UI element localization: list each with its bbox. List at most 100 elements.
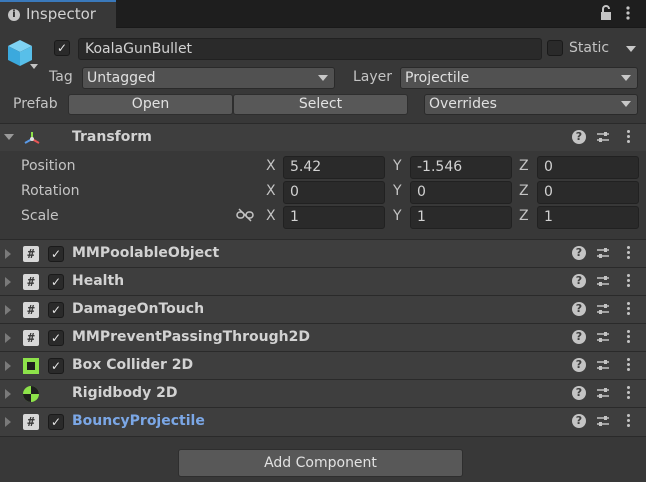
layer-dropdown[interactable]: Projectile xyxy=(400,67,638,89)
chevron-down-icon xyxy=(318,75,328,81)
component-menu-icon[interactable] xyxy=(625,273,631,289)
rotation-y-field[interactable]: 0 xyxy=(410,181,512,204)
component-enabled-checkbox[interactable]: ✓ xyxy=(48,358,64,374)
static-checkbox[interactable] xyxy=(547,40,563,56)
help-icon[interactable]: ? xyxy=(572,130,586,144)
foldout-collapsed-icon[interactable] xyxy=(5,249,11,259)
scale-z-label: Z xyxy=(519,208,529,224)
help-icon[interactable]: ? xyxy=(572,274,586,288)
presets-icon[interactable] xyxy=(596,386,610,400)
scale-y-label: Y xyxy=(393,208,402,224)
script-icon: # xyxy=(23,246,39,262)
component-menu-icon[interactable] xyxy=(625,413,631,429)
rotation-y-label: Y xyxy=(393,183,402,199)
component-enabled-checkbox[interactable]: ✓ xyxy=(48,246,64,262)
position-y-field[interactable]: -1.546 xyxy=(410,156,512,179)
component-name: Health xyxy=(72,273,125,289)
component-row[interactable]: # ✓ MMPreventPassingThrough2D ? xyxy=(0,323,646,351)
component-name: MMPoolableObject xyxy=(72,245,220,261)
gameobject-name-input[interactable]: KoalaGunBullet xyxy=(78,38,542,60)
component-name: DamageOnTouch xyxy=(72,301,205,317)
rotation-z-label: Z xyxy=(519,183,529,199)
position-y-label: Y xyxy=(393,158,402,174)
help-icon[interactable]: ? xyxy=(572,386,586,400)
scale-y-field[interactable]: 1 xyxy=(410,206,512,229)
presets-icon[interactable] xyxy=(596,358,610,372)
component-menu-icon[interactable] xyxy=(625,245,631,261)
component-row[interactable]: ✓ Box Collider 2D ? xyxy=(0,351,646,379)
lock-icon[interactable] xyxy=(598,5,614,21)
add-component-button[interactable]: Add Component xyxy=(178,449,463,477)
script-icon: # xyxy=(23,302,39,318)
tag-label: Tag xyxy=(49,69,73,85)
position-x-field[interactable]: 5.42 xyxy=(283,156,385,179)
rotation-x-label: X xyxy=(266,183,276,199)
presets-icon[interactable] xyxy=(596,302,610,316)
component-enabled-checkbox[interactable]: ✓ xyxy=(48,330,64,346)
rotation-label: Rotation xyxy=(21,183,80,199)
tab-inspector[interactable]: i Inspector xyxy=(0,0,116,28)
scale-x-field[interactable]: 1 xyxy=(283,206,385,229)
prefab-overrides-dropdown[interactable]: Overrides xyxy=(424,94,638,115)
transform-header[interactable]: Transform ? xyxy=(0,123,646,151)
component-row[interactable]: Rigidbody 2D ? xyxy=(0,379,646,407)
component-menu-icon[interactable] xyxy=(625,329,631,345)
presets-icon[interactable] xyxy=(596,414,610,428)
foldout-collapsed-icon[interactable] xyxy=(5,389,11,399)
position-z-label: Z xyxy=(519,158,529,174)
box-collider-icon xyxy=(23,358,39,374)
foldout-expanded-icon[interactable] xyxy=(4,134,14,140)
component-menu-icon[interactable] xyxy=(625,301,631,317)
transform-icon xyxy=(23,130,41,148)
rotation-z-field[interactable]: 0 xyxy=(537,181,639,204)
prefab-label: Prefab xyxy=(13,96,58,112)
overrides-label: Overrides xyxy=(429,96,497,112)
component-menu-icon[interactable] xyxy=(625,357,631,373)
component-name: Rigidbody 2D xyxy=(72,385,178,401)
component-row[interactable]: # ✓ BouncyProjectile ? xyxy=(0,407,646,437)
foldout-collapsed-icon[interactable] xyxy=(5,361,11,371)
presets-icon[interactable] xyxy=(596,130,610,144)
script-icon: # xyxy=(23,330,39,346)
chevron-down-icon xyxy=(621,101,631,107)
script-icon: # xyxy=(23,274,39,290)
active-checkbox[interactable]: ✓ xyxy=(54,40,70,56)
component-menu-icon[interactable] xyxy=(625,129,631,145)
rotation-x-field[interactable]: 0 xyxy=(283,181,385,204)
constrain-proportions-icon[interactable] xyxy=(236,208,254,222)
icon-dropdown-caret[interactable] xyxy=(30,64,38,69)
help-icon[interactable]: ? xyxy=(572,330,586,344)
presets-icon[interactable] xyxy=(596,274,610,288)
help-icon[interactable]: ? xyxy=(572,302,586,316)
tag-dropdown[interactable]: Untagged xyxy=(82,67,335,89)
foldout-collapsed-icon[interactable] xyxy=(5,417,11,427)
position-z-field[interactable]: 0 xyxy=(537,156,639,179)
presets-icon[interactable] xyxy=(596,246,610,260)
presets-icon[interactable] xyxy=(596,330,610,344)
help-icon[interactable]: ? xyxy=(572,358,586,372)
component-row[interactable]: # ✓ MMPoolableObject ? xyxy=(0,239,646,267)
component-enabled-checkbox[interactable]: ✓ xyxy=(48,274,64,290)
scale-z-field[interactable]: 1 xyxy=(537,206,639,229)
more-menu-icon[interactable] xyxy=(620,5,636,21)
foldout-collapsed-icon[interactable] xyxy=(5,305,11,315)
component-row[interactable]: # ✓ Health ? xyxy=(0,267,646,295)
transform-title: Transform xyxy=(72,129,152,145)
static-dropdown-caret[interactable] xyxy=(626,46,636,52)
help-icon[interactable]: ? xyxy=(572,246,586,260)
component-name: BouncyProjectile xyxy=(72,413,205,429)
component-row[interactable]: # ✓ DamageOnTouch ? xyxy=(0,295,646,323)
script-icon: # xyxy=(23,414,39,430)
component-enabled-checkbox[interactable]: ✓ xyxy=(48,302,64,318)
component-name: MMPreventPassingThrough2D xyxy=(72,329,310,345)
position-label: Position xyxy=(21,158,76,174)
help-icon[interactable]: ? xyxy=(572,414,586,428)
prefab-open-button[interactable]: Open xyxy=(68,94,233,115)
component-enabled-checkbox[interactable]: ✓ xyxy=(48,414,64,430)
foldout-collapsed-icon[interactable] xyxy=(5,277,11,287)
tab-label: Inspector xyxy=(26,5,96,23)
prefab-select-button[interactable]: Select xyxy=(233,94,408,115)
foldout-collapsed-icon[interactable] xyxy=(5,333,11,343)
component-menu-icon[interactable] xyxy=(625,385,631,401)
static-label: Static xyxy=(569,40,610,56)
